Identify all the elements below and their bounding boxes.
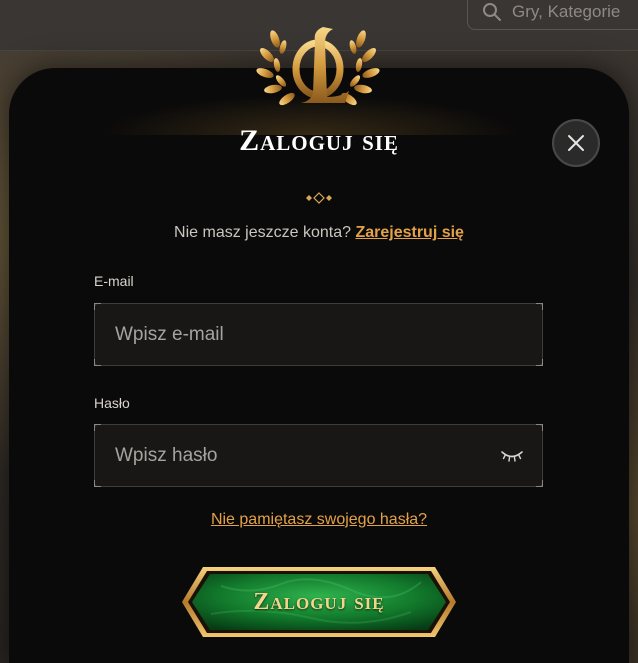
password-field-box [94, 424, 543, 487]
field-corner [94, 359, 101, 366]
no-account-text: Nie masz jeszcze konta? [174, 224, 351, 241]
close-icon [568, 135, 584, 151]
forgot-password-link[interactable]: Nie pamiętasz swojego hasła? [211, 511, 427, 528]
password-label: Hasło [94, 395, 130, 411]
search-icon [483, 3, 501, 21]
field-corner [536, 424, 543, 431]
field-corner [94, 303, 101, 310]
field-corner [94, 424, 101, 431]
email-field-box [94, 303, 543, 366]
modal-title: Zaloguj się [239, 124, 399, 157]
field-corner [94, 480, 101, 487]
close-button[interactable] [552, 119, 600, 167]
login-button-label: Zaloguj się [253, 588, 385, 615]
login-button[interactable]: Zaloguj się [181, 566, 457, 638]
background-search-bar[interactable]: Gry, Kategorie [467, 0, 638, 30]
field-corner [536, 480, 543, 487]
email-label: E-mail [94, 273, 134, 289]
signup-prompt: Nie masz jeszcze konta? Zarejestruj się [0, 224, 638, 242]
password-input[interactable] [95, 425, 500, 486]
field-corner [536, 359, 543, 366]
field-corner [536, 303, 543, 310]
page: Gry, Kategorie Zaloguj się Nie masz jesz… [0, 0, 638, 663]
search-placeholder: Gry, Kategorie [512, 2, 621, 21]
forgot-password-row: Nie pamiętasz swojego hasła? [0, 511, 638, 529]
closed-eye-icon[interactable] [500, 449, 524, 463]
title-divider [100, 192, 538, 204]
signup-link[interactable]: Zarejestruj się [355, 224, 464, 241]
email-input[interactable] [95, 304, 542, 365]
brand-logo [256, 27, 380, 106]
